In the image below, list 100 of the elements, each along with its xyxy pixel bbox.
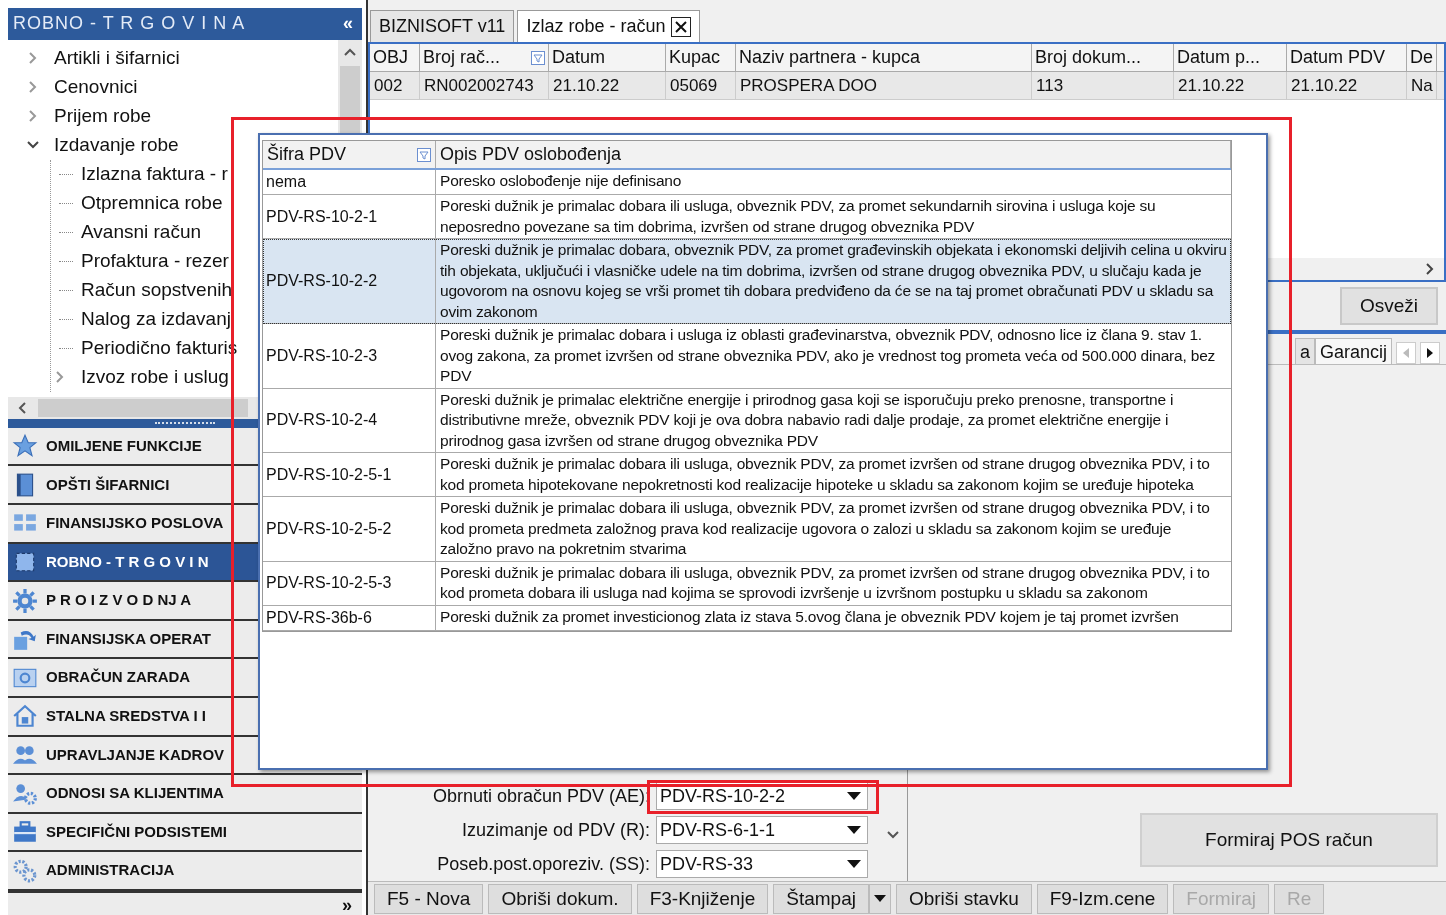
list-row[interactable]: nema Poresko oslobođenje nije definisano xyxy=(263,170,1231,195)
list-row[interactable] xyxy=(263,388,1231,453)
table-cell: PDV-RS-10-2-3 xyxy=(263,324,436,388)
left-arrow-icon xyxy=(1403,348,1409,358)
nav-item[interactable]: ADMINISTRACIJA xyxy=(8,852,362,891)
table-cell: PDV-RS-10-2-4 xyxy=(263,388,436,452)
column-header[interactable]: Broj rač... xyxy=(423,44,501,71)
gears-icon xyxy=(12,857,38,884)
table-cell-text: Poreski dužnik je primalac dobara ili usluga, obveznik PDV, za promet izvršen od strane drugog obveznika PDV, i to kod prometa predmeta založnog prava kod realizacije ugovora o zalozi u skladu sa zakonom kojim se uređuje založno pravo na pokretnim stvarima xyxy=(439,498,1211,559)
table-cell: 21.10.22 xyxy=(1174,72,1287,99)
table-cell: PDV-RS-10-2-5-2 xyxy=(263,497,436,561)
filter-icon[interactable] xyxy=(417,147,431,162)
table-cell: 21.10.22 xyxy=(549,72,666,99)
list-row[interactable] xyxy=(263,239,1231,324)
table-cell: nema xyxy=(263,170,436,194)
house-icon xyxy=(12,703,38,730)
toolbar-button[interactable]: F5 - Nova xyxy=(374,883,484,914)
nav-item[interactable]: SPECIFIČNI PODSISTEMI xyxy=(8,813,362,853)
close-icon[interactable] xyxy=(671,16,692,37)
column-header[interactable]: Datum PDV xyxy=(1290,44,1386,71)
list-row[interactable]: PDV-RS-10-2-1 Poreski dužnik je primalac dobara ili usluga, obveznik PDV, za promet sekundarnih sirovina i usluga koje su neposredno povezane sa tim dobrima, izvršen od strane drugog obveznika PDV xyxy=(263,195,1231,239)
table-cell: 05069 xyxy=(666,72,736,99)
column-header[interactable]: Datum p... xyxy=(1177,44,1261,71)
tree-item[interactable]: Profaktura - rezer xyxy=(81,247,229,276)
pos-receipt-button[interactable]: Formiraj POS račun xyxy=(1140,813,1438,867)
dropdown-arrow-icon[interactable] xyxy=(847,860,861,868)
column-header[interactable]: Broj dokum... xyxy=(1035,44,1142,71)
field-label: Izuzimanje od PDV (R): xyxy=(461,818,650,842)
tree-item[interactable]: Artikli i šifarnici xyxy=(54,44,180,73)
column-header[interactable]: Kupac xyxy=(669,44,721,71)
list-row[interactable] xyxy=(263,453,1231,497)
collapse-button[interactable]: « xyxy=(339,10,357,38)
star-icon xyxy=(12,433,38,460)
table-cell: PDV-RS-10-2-2 xyxy=(263,239,436,323)
list-row[interactable] xyxy=(263,324,1231,389)
dropdown-arrow-icon[interactable] xyxy=(847,826,861,834)
table-cell: 21.10.22 xyxy=(1287,72,1407,99)
toolbar-button[interactable]: Obriši stavku xyxy=(895,883,1032,914)
tree-item[interactable]: Prijem robe xyxy=(54,102,152,131)
scroll-left-icon[interactable] xyxy=(18,401,26,414)
column-header[interactable]: Datum xyxy=(552,44,605,71)
field-label: Obrnuti obračun PDV (AE): xyxy=(432,784,650,808)
table-cell: RN002002743 xyxy=(420,72,549,99)
column-header[interactable]: De xyxy=(1410,44,1433,71)
table-cell-text: Poresko oslobođenje nije definisano xyxy=(439,171,683,191)
tree-item[interactable]: Avansni račun xyxy=(81,218,202,247)
table-cell-text: Poreski dužnik je primalac električne energije i prirodnog gasa koji se isporučuju preko prenosne, transportne i distributivne mreže, obveznik PDV koji je ova dobra nabavio radi dalje prodaje, za promet električne energije i prirodnog gasa izvršen od strane drugog obveznika PDV xyxy=(439,389,1175,451)
tree-item[interactable]: Izdavanje robe xyxy=(54,131,179,160)
menu-button[interactable] xyxy=(868,883,891,914)
right-arrow-icon xyxy=(1427,348,1433,358)
table-cell: 113 xyxy=(1032,72,1174,99)
tree-item[interactable]: Račun sopstvenih xyxy=(81,276,233,305)
tab[interactable]: a xyxy=(1294,338,1315,364)
refresh-button[interactable]: Osveži xyxy=(1340,287,1438,325)
scrollbar-thumb[interactable] xyxy=(38,398,248,417)
toolbar-button[interactable]: Štampaj xyxy=(773,883,869,914)
table-row[interactable]: 002 RN002002743 21.10.22 05069 PROSPERA DOO 113 21.10.22 21.10.22 Na xyxy=(370,72,1444,100)
column-header[interactable]: Naziv partnera - kupca xyxy=(739,44,921,71)
tab[interactable]: BIZNISOFT v11 xyxy=(370,10,515,42)
sidebar-title: ROBNO - T R G O V I N A xyxy=(13,12,246,36)
dropdown-field[interactable]: PDV-RS-33 xyxy=(656,850,868,878)
dropdown-arrow-icon[interactable] xyxy=(847,792,861,800)
toolbar-button[interactable]: F9-Izm.cene xyxy=(1036,883,1169,914)
table-cell-text: Poreski dužnik je primalac dobara i usluga iz oblasti građevinarstva, obveznik PDV, odnosno lice iz člana 9. stav 1. ovog zakona, za promet izvršen od strane obveznika PDV, ako je vrednost tog prometa veća od 500.000 dinara, bez PDV xyxy=(439,325,1217,386)
scroll-up-icon[interactable] xyxy=(344,48,356,56)
tree-item[interactable]: Izvoz robe i uslug xyxy=(81,363,229,392)
table-cell: PDV-RS-10-2-5-3 xyxy=(263,561,436,605)
tree-item[interactable]: Izlazna faktura - r xyxy=(81,160,228,189)
table-cell: PDV-RS-10-2-1 xyxy=(263,195,436,238)
table-cell: Na xyxy=(1407,72,1437,99)
chevron-down-icon[interactable] xyxy=(887,831,899,839)
tree-item[interactable]: Nalog za izdavanj xyxy=(81,305,231,334)
filter-icon[interactable] xyxy=(531,50,545,65)
table-cell: PDV-RS-10-2-5-1 xyxy=(263,453,436,496)
table-cell-text: Poreski dužnik je primalac dobara ili usluga, obveznik PDV, za promet sekundarnih sirovina i usluga koje su neposredno povezane sa tim dobrima, izvršen od strane drugog obveznika PDV xyxy=(439,196,1157,237)
nav-item[interactable]: ODNOSI SA KLIJENTIMA xyxy=(8,775,362,814)
table-cell-text: Poreski dužnik je primalac dobara ili usluga, obveznik PDV, za promet izvršen od strane drugog obveznika PDV, i to kod prometa hipotekovane nepokretnosti kod realizacije hipoteke u skladu sa zakonom kojim se uređuje hipoteka xyxy=(439,454,1211,495)
table-cell: PROSPERA DOO xyxy=(736,72,1032,99)
list-row[interactable] xyxy=(263,497,1231,562)
tab[interactable]: Izlaz robe - račun xyxy=(517,10,701,42)
dropdown-field[interactable]: PDV-RS-6-1-1 xyxy=(656,816,868,844)
toolbar-button[interactable]: Obriši dokum. xyxy=(488,883,632,914)
table-cell-text: Poreski dužnik za promet investicionog zlata iz stava 5.ovog člana je obveznik PDV kojem je taj promet izvršen xyxy=(439,606,1180,627)
tab-scroll-right-button[interactable] xyxy=(1420,342,1440,364)
list-row[interactable] xyxy=(263,561,1231,606)
toolbar-button[interactable]: F3-Knjiženje xyxy=(636,883,769,914)
table-cell-text: Poreski dužnik je primalac dobara ili usluga, obveznik PDV, za promet izvršen od strane drugog obveznika PDV, i to kod prometa dobara ili usluga nad kojima se sprovodi izvršenje u izvršnom postupku u skladu sa zakonom xyxy=(439,562,1211,603)
table-cell-text: Poreski dužnik je primalac dobara, obveznik PDV, za promet građevinskih objekata i ekonomski deljivih celina u okviru tih objekata, uključući i vlasničke udele na tim dobrima, izvršen od strane drugog obveznika PDV, u slučaju kada je ugovorom na osnovu kojeg se vrši promet tih dobara predviđeno da će se na taj promet obračunati PDV u skladu sa ovim zakonom xyxy=(439,240,1228,322)
tree-item[interactable]: Cenovnici xyxy=(54,73,138,102)
tree-item[interactable]: Otpremnica robe xyxy=(81,189,223,218)
more-button[interactable]: » xyxy=(342,895,352,915)
tab[interactable]: Garancij xyxy=(1314,338,1392,364)
scroll-right-icon[interactable] xyxy=(1426,263,1434,275)
list-row[interactable]: PDV-RS-36b-6 Poreski dužnik za promet investicionog zlata iz stava 5.ovog člana je obveznik PDV kojem je taj promet izvršen xyxy=(263,605,1231,631)
gear-icon xyxy=(12,587,38,614)
table-cell: PDV-RS-36b-6 xyxy=(263,605,436,630)
field-label: Poseb.post.oporeziv. (SS): xyxy=(437,852,650,876)
column-header[interactable]: OBJ xyxy=(373,44,408,71)
column-header[interactable]: Opis PDV oslobođenja xyxy=(440,141,622,168)
column-header[interactable]: Šifra PDV xyxy=(267,141,347,168)
